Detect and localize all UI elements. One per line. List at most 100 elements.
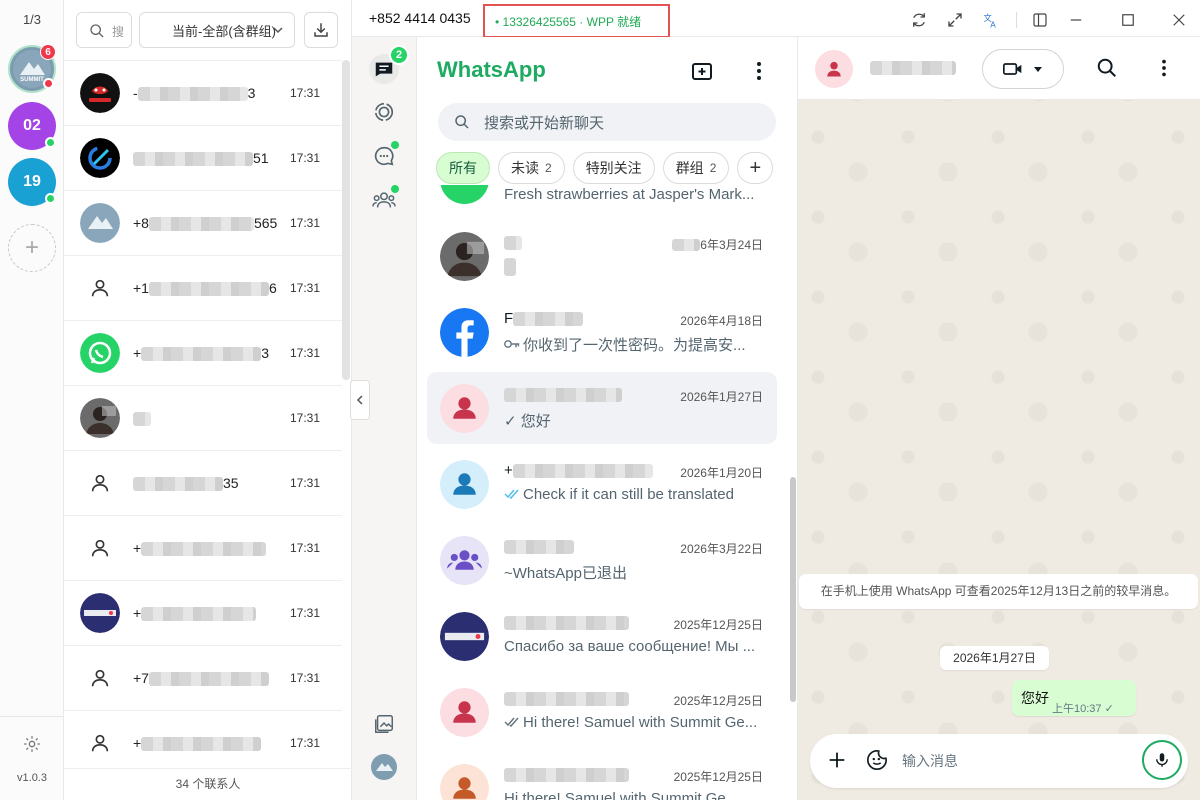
- filter-chip-all[interactable]: 所有: [436, 152, 490, 184]
- account-avatar-summit[interactable]: SUMMIT 6: [8, 44, 56, 93]
- chat-list-item[interactable]: 2026年1月27日 ✓ 您好: [427, 372, 777, 444]
- contact-row[interactable]: +8 565 17:31: [64, 190, 342, 255]
- titlebar-divider: [1016, 12, 1017, 28]
- account-avatar-02[interactable]: 02: [8, 102, 56, 150]
- chat-list-item[interactable]: 2025年12月25日 Hi there! Samuel with Summit …: [427, 676, 777, 748]
- sticker-icon[interactable]: [866, 749, 888, 771]
- chat-list-item[interactable]: F 2026年4月18日 你收到了一次性密码。为提高安...: [427, 296, 777, 368]
- person-icon: [80, 268, 120, 308]
- account-avatar-19[interactable]: 19: [8, 158, 56, 206]
- export-button[interactable]: [304, 12, 338, 48]
- double-check-icon: [504, 486, 520, 503]
- chat-message-preview: Hi there! Samuel with Summit Ge...: [504, 714, 762, 731]
- account-filter-select[interactable]: 当前-全部(含群组): [139, 12, 295, 48]
- contact-avatar[interactable]: [815, 50, 853, 88]
- translate-icon[interactable]: 文 A: [982, 11, 1000, 29]
- contact-avatar: [80, 398, 120, 438]
- collapse-panel-button[interactable]: [350, 380, 370, 420]
- chat-list-item[interactable]: +2026年1月20日 Check if it can still be tran…: [427, 448, 777, 520]
- chat-date: 2026年1月27日: [680, 388, 763, 405]
- online-dot-icon: [45, 137, 56, 148]
- chat-message-preview: ✓ 您好: [504, 410, 762, 431]
- chat-item-body: 2026年3月22日 ~WhatsApp已退出: [504, 536, 777, 585]
- gear-icon[interactable]: [22, 734, 42, 754]
- contact-name: +1 6: [133, 280, 290, 297]
- filter-chip-unread[interactable]: 未读 2: [498, 152, 565, 184]
- redacted-text: [512, 463, 653, 478]
- contact-name-redacted[interactable]: [870, 61, 956, 75]
- contact-name: +3: [133, 345, 290, 362]
- message-input[interactable]: 输入消息: [902, 751, 958, 771]
- new-indicator-dot: [391, 141, 399, 149]
- redacted-text: [513, 311, 584, 326]
- chip-label: 群组: [675, 160, 704, 176]
- nav-communities[interactable]: [369, 185, 399, 215]
- chat-avatar: [440, 383, 489, 433]
- chat-list-scrollbar[interactable]: [790, 477, 796, 702]
- refresh-icon[interactable]: [910, 11, 928, 29]
- filter-chip-favorites[interactable]: 特别关注: [572, 152, 655, 184]
- redacted-text: [133, 152, 253, 167]
- chat-search-input[interactable]: 搜索或开始新聊天: [438, 103, 776, 141]
- maximize-icon[interactable]: [1119, 11, 1137, 29]
- outgoing-message[interactable]: 您好 上午10:37 ✓: [1012, 680, 1136, 716]
- contact-row[interactable]: +7 17:31: [64, 645, 342, 710]
- voice-message-button[interactable]: [1142, 740, 1182, 780]
- contact-row[interactable]: +17:31: [64, 515, 342, 580]
- chat-item-partial[interactable]: Fresh strawberries at Jasper's Mark...: [417, 185, 789, 205]
- contact-row[interactable]: -3 17:31: [64, 60, 342, 125]
- attach-plus-icon[interactable]: [826, 749, 848, 771]
- message-composer: 输入消息: [810, 734, 1188, 788]
- more-vertical-icon[interactable]: [747, 59, 771, 83]
- nav-status[interactable]: [369, 97, 399, 127]
- contact-row[interactable]: +17:31: [64, 710, 342, 775]
- contact-time: 17:31: [290, 216, 321, 230]
- contact-time: 17:31: [290, 476, 321, 490]
- filter-chip-groups[interactable]: 群组 2: [662, 152, 730, 184]
- contact-name-suffix: 3: [247, 84, 256, 101]
- redacted-text: [133, 477, 223, 492]
- chat-item-body: 2026年1月27日 ✓ 您好: [504, 384, 777, 433]
- video-call-button[interactable]: [982, 49, 1064, 89]
- version-label: v1.0.3: [17, 772, 47, 784]
- chat-list-item[interactable]: 2025年12月25日 Спасибо за ваше сообщение! Мы…: [427, 600, 777, 672]
- contact-row[interactable]: 17:31: [64, 385, 342, 450]
- chat-message-text: Спасибо за ваше сообщение! Мы ...: [504, 637, 756, 655]
- add-filter-button[interactable]: +: [737, 152, 774, 184]
- contact-name: +: [133, 735, 290, 752]
- nav-channels[interactable]: [369, 141, 399, 171]
- contact-row[interactable]: +1 6 17:31: [64, 255, 342, 320]
- redacted-text: [504, 235, 522, 250]
- nav-profile[interactable]: [369, 752, 399, 782]
- contact-name-suffix: 51: [253, 149, 269, 166]
- contact-row[interactable]: 35 17:31: [64, 450, 342, 515]
- minimize-icon[interactable]: [1067, 11, 1085, 29]
- contact-avatar: [80, 593, 120, 633]
- close-icon[interactable]: [1170, 11, 1188, 29]
- add-account-button[interactable]: +: [8, 224, 56, 272]
- chat-message-preview: ~WhatsApp已退出: [504, 562, 762, 583]
- more-vertical-icon[interactable]: [1153, 57, 1175, 79]
- contact-row[interactable]: +17:31: [64, 580, 342, 645]
- chat-list-item[interactable]: 2025年12月25日 Hi there! Samuel with Summit …: [427, 752, 777, 800]
- chat-list-item[interactable]: 2026年3月22日 ~WhatsApp已退出: [427, 524, 777, 596]
- search-icon[interactable]: [1096, 57, 1118, 79]
- contact-row[interactable]: 51 17:31: [64, 125, 342, 190]
- contact-time: 17:31: [290, 411, 321, 425]
- chat-name-text: +: [504, 461, 513, 479]
- sidebar-toggle-icon[interactable]: [1031, 11, 1049, 29]
- chat-name: [504, 234, 674, 251]
- contact-scrollbar[interactable]: [342, 60, 350, 380]
- contact-row[interactable]: +3 17:31: [64, 320, 342, 385]
- expand-icon[interactable]: [946, 11, 964, 29]
- status-icon: [374, 102, 394, 122]
- chat-list-item[interactable]: 6年3月24日: [427, 220, 777, 292]
- new-chat-icon[interactable]: [690, 59, 714, 83]
- contact-time: 17:31: [290, 346, 321, 360]
- chat-date-text: 6年3月24日: [700, 237, 763, 252]
- nav-media[interactable]: [369, 709, 399, 739]
- online-dot-icon: [45, 193, 56, 204]
- chip-label: 所有: [449, 160, 477, 176]
- contact-search-input[interactable]: 搜: [76, 12, 132, 48]
- contact-time: 17:31: [290, 86, 321, 100]
